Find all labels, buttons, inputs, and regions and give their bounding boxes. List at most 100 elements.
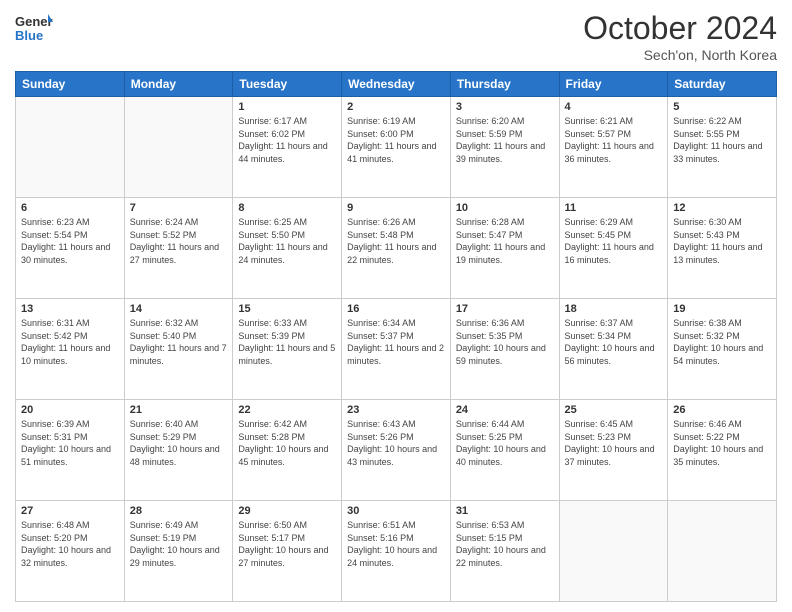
day-info-line: Daylight: 10 hours and 59 minutes. — [456, 343, 546, 366]
day-info: Sunrise: 6:53 AMSunset: 5:15 PMDaylight:… — [456, 519, 554, 569]
day-number: 30 — [347, 505, 445, 517]
calendar-cell: 30Sunrise: 6:51 AMSunset: 5:16 PMDayligh… — [342, 501, 451, 602]
day-info-line: Daylight: 11 hours and 41 minutes. — [347, 141, 436, 164]
day-number: 28 — [130, 505, 228, 517]
calendar-cell: 12Sunrise: 6:30 AMSunset: 5:43 PMDayligh… — [668, 198, 777, 299]
day-info-line: Sunset: 5:16 PM — [347, 533, 414, 543]
calendar-week-row: 13Sunrise: 6:31 AMSunset: 5:42 PMDayligh… — [16, 299, 777, 400]
day-info-line: Sunset: 5:48 PM — [347, 230, 414, 240]
day-info: Sunrise: 6:48 AMSunset: 5:20 PMDaylight:… — [21, 519, 119, 569]
day-info-line: Sunrise: 6:42 AM — [238, 419, 307, 429]
day-number: 18 — [565, 303, 663, 315]
header-saturday: Saturday — [668, 72, 777, 97]
day-number: 25 — [565, 404, 663, 416]
day-info-line: Daylight: 11 hours and 36 minutes. — [565, 141, 654, 164]
day-info-line: Sunrise: 6:50 AM — [238, 520, 307, 530]
day-info-line: Daylight: 11 hours and 24 minutes. — [238, 242, 327, 265]
calendar-cell: 21Sunrise: 6:40 AMSunset: 5:29 PMDayligh… — [124, 400, 233, 501]
day-info: Sunrise: 6:42 AM Sunset: 5:28 PM Daylight:… — [238, 418, 336, 468]
calendar-cell: 27Sunrise: 6:48 AMSunset: 5:20 PMDayligh… — [16, 501, 125, 602]
day-info-line: Sunset: 5:54 PM — [21, 230, 88, 240]
day-info: Sunrise: 6:20 AMSunset: 5:59 PMDaylight:… — [456, 115, 554, 165]
day-info-line: Daylight: 10 hours and 35 minutes. — [673, 444, 763, 467]
day-info: Sunrise: 6:44 AMSunset: 5:25 PMDaylight:… — [456, 418, 554, 468]
day-info-line: Daylight: 10 hours and 24 minutes. — [347, 545, 437, 568]
day-info-line: Daylight: 11 hours and 5 minutes. — [238, 343, 335, 366]
day-info-line: Sunset: 5:23 PM — [565, 432, 632, 442]
day-info: Sunrise: 6:33 AMSunset: 5:39 PMDaylight:… — [238, 317, 336, 367]
day-info: Sunrise: 6:43 AMSunset: 5:26 PMDaylight:… — [347, 418, 445, 468]
day-info-line: Sunrise: 6:43 AM — [347, 419, 416, 429]
day-info: Sunrise: 6:36 AMSunset: 5:35 PMDaylight:… — [456, 317, 554, 367]
day-info-line: Sunset: 5:29 PM — [130, 432, 197, 442]
day-number: 11 — [565, 202, 663, 214]
day-info-line: Sunset: 5:55 PM — [673, 129, 740, 139]
day-info-line: Sunrise: 6:34 AM — [347, 318, 416, 328]
day-info-line: Sunrise: 6:25 AM — [238, 217, 307, 227]
day-info-line: Daylight: 10 hours and 45 minutes. — [238, 444, 328, 467]
day-info-line: Sunset: 5:50 PM — [238, 230, 305, 240]
day-info-line: Sunrise: 6:20 AM — [456, 116, 525, 126]
day-info-line: Sunrise: 6:32 AM — [130, 318, 199, 328]
day-info: Sunrise: 6:22 AMSunset: 5:55 PMDaylight:… — [673, 115, 771, 165]
calendar-cell: 31Sunrise: 6:53 AMSunset: 5:15 PMDayligh… — [450, 501, 559, 602]
calendar-cell: 20Sunrise: 6:39 AMSunset: 5:31 PMDayligh… — [16, 400, 125, 501]
day-info-line: Sunset: 5:34 PM — [565, 331, 632, 341]
day-number: 16 — [347, 303, 445, 315]
day-number: 12 — [673, 202, 771, 214]
calendar-cell: 13Sunrise: 6:31 AMSunset: 5:42 PMDayligh… — [16, 299, 125, 400]
calendar-cell: 4Sunrise: 6:21 AMSunset: 5:57 PMDaylight… — [559, 97, 668, 198]
day-number: 22 — [238, 404, 336, 416]
calendar-cell: 22 Sunrise: 6:42 AM Sunset: 5:28 PM Dayligh… — [233, 400, 342, 501]
day-number: 17 — [456, 303, 554, 315]
day-info-line: Daylight: 11 hours and 13 minutes. — [673, 242, 762, 265]
calendar-week-row: 27Sunrise: 6:48 AMSunset: 5:20 PMDayligh… — [16, 501, 777, 602]
day-info: Sunrise: 6:45 AMSunset: 5:23 PMDaylight:… — [565, 418, 663, 468]
day-info-line: Sunrise: 6:37 AM — [565, 318, 634, 328]
day-number: 13 — [21, 303, 119, 315]
day-info-line: Daylight: 10 hours and 32 minutes. — [21, 545, 111, 568]
calendar-cell: 29Sunrise: 6:50 AMSunset: 5:17 PMDayligh… — [233, 501, 342, 602]
day-info-line: Daylight: 10 hours and 51 minutes. — [21, 444, 111, 467]
day-info-line: Sunrise: 6:23 AM — [21, 217, 90, 227]
day-info-line: Daylight: 11 hours and 2 minutes. — [347, 343, 444, 366]
day-info-line: Sunrise: 6:28 AM — [456, 217, 525, 227]
day-number: 6 — [21, 202, 119, 214]
calendar-cell — [16, 97, 125, 198]
day-info-line: Sunset: 5:47 PM — [456, 230, 523, 240]
day-info-line: Sunrise: 6:19 AM — [347, 116, 416, 126]
day-info-line: Sunrise: 6:17 AM — [238, 116, 307, 126]
header-friday: Friday — [559, 72, 668, 97]
day-info-line: Sunrise: 6:22 AM — [673, 116, 742, 126]
day-info: Sunrise: 6:38 AMSunset: 5:32 PMDaylight:… — [673, 317, 771, 367]
day-info-line: Sunset: 5:25 PM — [456, 432, 523, 442]
weekday-header-row: Sunday Monday Tuesday Wednesday Thursday… — [16, 72, 777, 97]
day-number: 20 — [21, 404, 119, 416]
calendar-cell: 18Sunrise: 6:37 AMSunset: 5:34 PMDayligh… — [559, 299, 668, 400]
day-info-line: Sunset: 5:37 PM — [347, 331, 414, 341]
day-info: Sunrise: 6:24 AMSunset: 5:52 PMDaylight:… — [130, 216, 228, 266]
day-info-line: Sunset: 5:39 PM — [238, 331, 305, 341]
day-info: Sunrise: 6:29 AMSunset: 5:45 PMDaylight:… — [565, 216, 663, 266]
day-info-line: Sunset: 5:40 PM — [130, 331, 197, 341]
day-info-line: Sunrise: 6:21 AM — [565, 116, 634, 126]
day-info: Sunrise: 6:17 AMSunset: 6:02 PMDaylight:… — [238, 115, 336, 165]
day-info-line: Daylight: 11 hours and 44 minutes. — [238, 141, 327, 164]
day-info-line: Sunrise: 6:45 AM — [565, 419, 634, 429]
day-info-line: Daylight: 11 hours and 30 minutes. — [21, 242, 110, 265]
day-number: 2 — [347, 101, 445, 113]
calendar-week-row: 20Sunrise: 6:39 AMSunset: 5:31 PMDayligh… — [16, 400, 777, 501]
day-info-line: Sunset: 5:28 PM — [238, 432, 305, 442]
calendar-week-row: 6 Sunrise: 6:23 AM Sunset: 5:54 PM Daylight… — [16, 198, 777, 299]
day-info-line: Sunset: 5:57 PM — [565, 129, 632, 139]
calendar-cell: 10Sunrise: 6:28 AMSunset: 5:47 PMDayligh… — [450, 198, 559, 299]
calendar-cell: 23Sunrise: 6:43 AMSunset: 5:26 PMDayligh… — [342, 400, 451, 501]
day-info-line: Daylight: 11 hours and 27 minutes. — [130, 242, 219, 265]
day-info-line: Daylight: 10 hours and 22 minutes. — [456, 545, 546, 568]
calendar-cell — [559, 501, 668, 602]
day-number: 15 — [238, 303, 336, 315]
day-info-line: Daylight: 10 hours and 48 minutes. — [130, 444, 220, 467]
day-number: 21 — [130, 404, 228, 416]
svg-text:Blue: Blue — [15, 28, 43, 43]
day-info-line: Sunset: 5:43 PM — [673, 230, 740, 240]
